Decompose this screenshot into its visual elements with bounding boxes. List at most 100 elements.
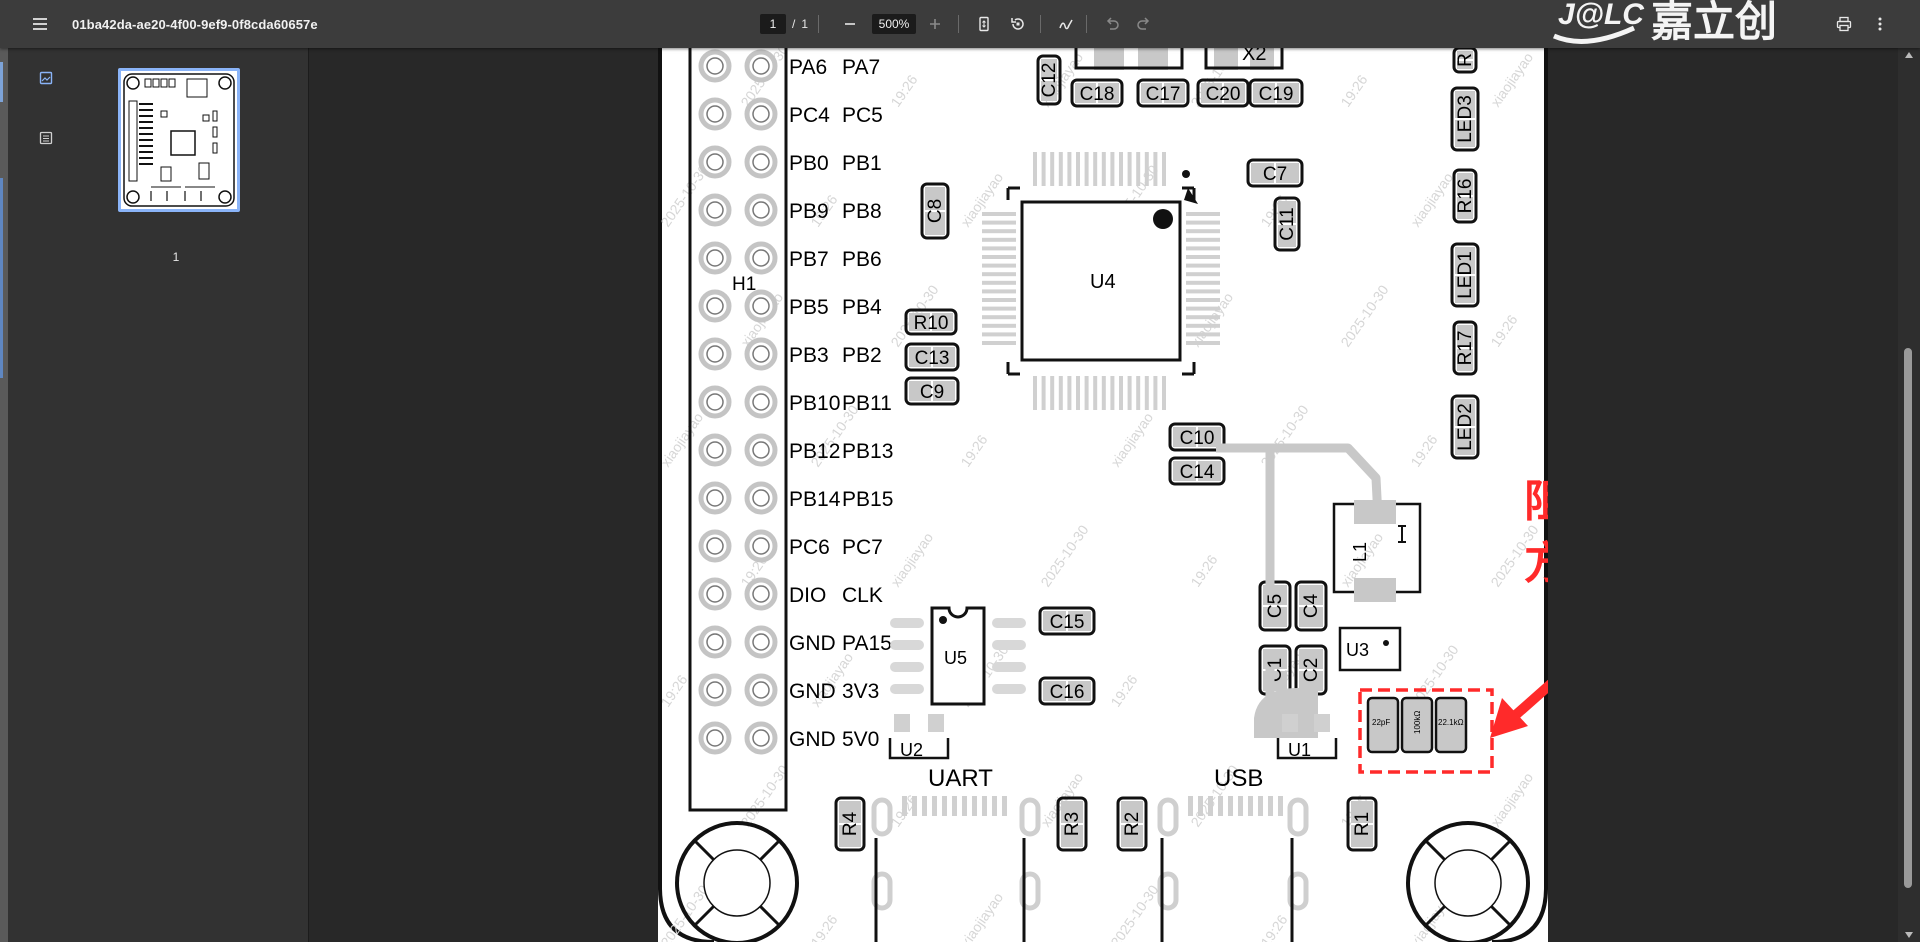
connector-pin <box>942 796 947 816</box>
component-c20: C20 <box>1196 78 1250 108</box>
c18-label: C18 <box>1080 84 1115 105</box>
component-c11: C11 <box>1273 196 1301 252</box>
component-c2: C2 <box>1294 644 1328 696</box>
connector-shell-pad <box>1287 797 1309 837</box>
print-button[interactable] <box>1830 0 1858 48</box>
vertical-scrollbar[interactable] <box>1898 48 1920 942</box>
zoom-out-button[interactable] <box>836 0 864 48</box>
x2-label: X2 <box>1242 48 1266 65</box>
undo-button[interactable] <box>1098 0 1126 48</box>
u4-pin <box>1084 152 1089 186</box>
connector-pin <box>1208 796 1213 816</box>
thumbnail-view-button[interactable] <box>34 66 58 90</box>
zoom-input[interactable]: 500% <box>872 14 916 34</box>
pin-label: CLK <box>842 584 883 607</box>
outline-view-button[interactable] <box>34 126 58 150</box>
r3-label: R3 <box>1062 812 1083 836</box>
annotation-arrow <box>1505 679 1548 725</box>
header-pin-hole <box>752 297 770 315</box>
u4-pin <box>1186 323 1220 328</box>
u4-pin <box>1076 152 1080 186</box>
c13-label: C13 <box>915 348 950 369</box>
fit-page-button[interactable] <box>970 0 998 48</box>
pad-value-100k: 100kΩ <box>1413 711 1422 734</box>
u4-pin <box>1033 376 1037 410</box>
u4-pin <box>1041 152 1046 186</box>
u5-label: U5 <box>944 648 967 668</box>
edge-highlight <box>0 62 3 102</box>
connector-pin <box>1198 796 1203 816</box>
u4-pin <box>982 212 1016 216</box>
connector-shell-pad <box>1019 797 1041 837</box>
connector-pin <box>1188 796 1193 816</box>
rotate-button[interactable] <box>1004 0 1032 48</box>
header-pin-hole <box>752 729 770 747</box>
more-options-button[interactable] <box>1866 0 1894 48</box>
header-pin-hole <box>706 345 724 363</box>
zoom-in-button[interactable] <box>921 0 949 48</box>
component-led2: LED2 <box>1450 394 1480 460</box>
page-thumbnail[interactable] <box>118 68 240 212</box>
header-pin-hole <box>752 441 770 459</box>
menu-button[interactable] <box>26 0 54 48</box>
header-pin-hole <box>706 633 724 651</box>
scroll-down-icon[interactable] <box>1905 932 1913 938</box>
document-viewer[interactable]: xiaojiayao 2025-10-30 19:26 xiaojiayao 2025-… <box>309 48 1898 942</box>
component-c16: C16 <box>1038 676 1096 706</box>
pin-label: PC5 <box>842 104 883 127</box>
r16-label: R16 <box>1455 179 1476 214</box>
pin-label: PC4 <box>789 104 830 127</box>
watermark-text: 2025-10-30 <box>1107 882 1161 942</box>
header-pin-hole <box>706 585 724 603</box>
pin-label: PB5 <box>789 296 829 319</box>
watermark-text: xiaojiayao <box>1487 769 1536 829</box>
header-pin-hole <box>706 537 724 555</box>
pcb-silkscreen-drawing: xiaojiayao 2025-10-30 19:26 xiaojiayao 2025-… <box>658 48 1548 942</box>
pin-label: PB12 <box>789 440 840 463</box>
component-c1: C1 <box>1258 644 1292 696</box>
u4-pin <box>982 341 1016 345</box>
r2-label: R2 <box>1122 812 1143 836</box>
scroll-up-icon[interactable] <box>1905 52 1913 58</box>
component-r_top: R <box>1452 48 1478 74</box>
r10-label: R10 <box>914 313 949 334</box>
u4-pin <box>982 246 1016 251</box>
pdf-page: xiaojiayao 2025-10-30 19:26 xiaojiayao 2025-… <box>658 48 1548 942</box>
c20-label: C20 <box>1206 84 1241 105</box>
connector-pin <box>1258 796 1263 816</box>
u4-pin <box>982 306 1016 311</box>
pin-label: GND <box>789 632 836 655</box>
pad <box>1354 578 1396 602</box>
c11-label: C11 <box>1277 207 1298 240</box>
u4-pin <box>1144 152 1149 186</box>
u4-pin <box>1153 152 1158 186</box>
watermark-text: xiaojiayao <box>1407 169 1456 229</box>
header-pin-hole <box>752 153 770 171</box>
u4-pin <box>1101 152 1106 186</box>
connector-pin <box>912 796 917 816</box>
page-total: 1 <box>801 17 809 31</box>
u4-pin <box>1186 263 1220 268</box>
u4-pin <box>1058 152 1063 186</box>
more-vert-icon <box>1866 10 1894 38</box>
annotate-button[interactable] <box>1052 0 1080 48</box>
page-number-input[interactable]: 1 <box>760 14 786 34</box>
scrollbar-thumb[interactable] <box>1904 348 1912 888</box>
u4-pin <box>1050 152 1055 186</box>
pin-label: PB2 <box>842 344 882 367</box>
header-pin-hole <box>706 105 724 123</box>
connector-pin <box>1238 796 1243 816</box>
component-r10: R10 <box>904 308 958 336</box>
redo-button[interactable] <box>1130 0 1158 48</box>
header-pin-hole <box>706 441 724 459</box>
print-icon <box>1830 10 1858 38</box>
header-pin-hole <box>706 249 724 267</box>
connector-pin <box>952 796 957 816</box>
watermark-text: 19:26 <box>887 72 920 110</box>
header-pin-hole <box>706 681 724 699</box>
u4-pin <box>982 255 1016 259</box>
header-pin-hole <box>752 57 770 75</box>
u4-pin <box>1058 376 1063 410</box>
connector-pin <box>1278 796 1283 816</box>
u4-pin <box>1186 298 1220 302</box>
